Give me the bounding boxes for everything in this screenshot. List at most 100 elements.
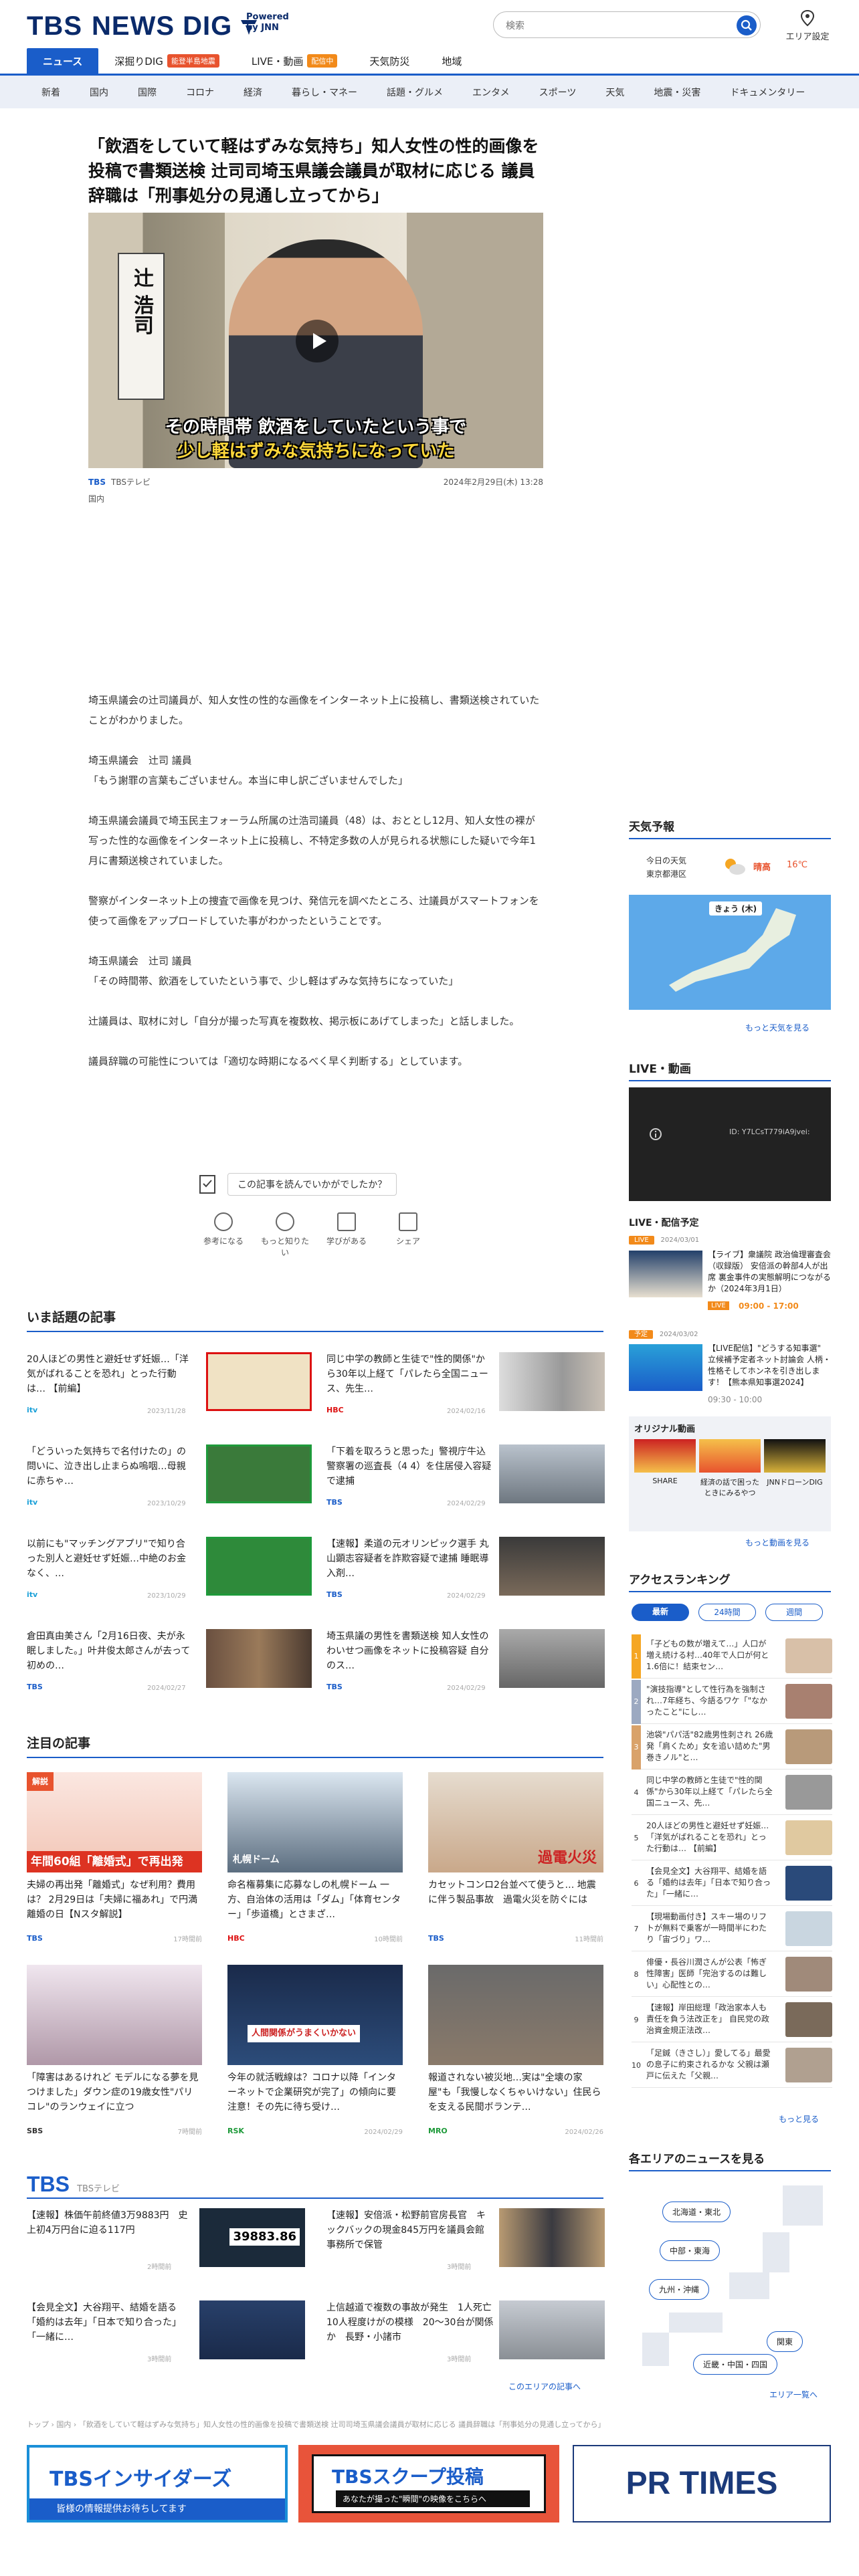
category-link[interactable]: エンタメ [472,86,510,99]
banner-tbs-scoop[interactable]: TBSスクープ投稿 あなたが撮った"瞬間"の映像をこちらへ [298,2445,559,2523]
ranking-more-link[interactable]: もっと見る [779,2113,819,2125]
tbs-item[interactable]: 上信越道で複数の事故が発生 1人死亡10人程度けがの模様 20〜30台が関係か … [326,2300,607,2367]
ranking-item[interactable]: 9 【速報】岸田総理「政治家本人も責任を負う法改正を」 自民党の政治資金規正法改… [632,1998,832,2042]
ranking-item[interactable]: 2 "演技指導"として性行為を強制され…7年経ち、今語るワケ「"なかったこと"にし… [632,1680,832,1724]
live-schedule-item[interactable]: LIVE 2024/03/01 【ライブ】衆議院 政治倫理審査会（収録版） 安倍… [629,1235,831,1320]
ranking-tab-24h[interactable]: 24時間 [698,1604,756,1621]
areas-more-link[interactable]: エリア一覧へ [769,2389,818,2400]
weather-more-link[interactable]: もっと天気を見る [745,1022,809,1033]
play-icon[interactable] [296,320,339,362]
live-schedule-item[interactable]: 予定 2024/03/02 【LIVE配信】"どうする知事選" 立候補予定者ネッ… [629,1328,831,1410]
featured-item[interactable]: 解説 年間60組「離婚式」で再出発 夫婦の再出発「離婚式」なぜ利用？費用は？ 2… [27,1772,202,1943]
tab-weather[interactable]: 天気防災 [353,48,425,74]
item-thumbnail: 過電火災 [428,1772,603,1872]
lightbulb-icon [214,1212,233,1231]
tbs-item[interactable]: 【速報】安倍派・松野前官房長官 キックバックの現金845万円を議員会館事務所で保… [326,2208,607,2275]
weather-today[interactable]: 今日の天気 東京都港区 晴高 16℃ [629,851,831,885]
featured-item[interactable]: 人間関係がうまくいかない 今年の就活戦線は？コロナ以降「インターネットで企業研究… [227,1965,403,2136]
category-link[interactable]: 暮らし・マネー [292,86,357,99]
rank-text: 【現場動画付き】スキー場のリフトが無料で乗客が一時間半にわたり「宙づり」ワ… [646,1912,767,1944]
category-link[interactable]: 話題・グルメ [387,86,443,99]
featured-item[interactable]: 「障害はあるけれど モデルになる夢を見つけました」ダウン症の19歳女性"パリコレ… [27,1965,202,2136]
article-paragraph: 埼玉県議会 辻司 議員 「その時間帯、飲酒をしていたという事で、少し軽はずみな気… [88,955,459,987]
banner-pr-times[interactable]: PR TIMES [573,2445,831,2523]
area-button-kinki-chugoku-shikoku[interactable]: 近畿・中国・四国 [693,2354,778,2375]
ranking-item[interactable]: 1 「子どもの数が増えて…」人口が増え続ける村…40年で人口が何と1.6倍に！結束… [632,1634,832,1679]
trending-item[interactable]: 「どういった気持ちで名付けたの」の問いに、泣き出し止まらぬ嗚咽…母親に赤ちゃ… … [27,1444,312,1511]
ranking-item[interactable]: 7 【現場動画付き】スキー場のリフトが無料で乗客が一時間半にわたり「宙づり」ワ… [632,1907,832,1951]
ranking-item[interactable]: 10 「足鍼（きさし）」愛してる」最愛の息子に約束されるかな 父親は瀬戸に伝えた「… [632,2044,832,2088]
category-link[interactable]: スポーツ [539,86,577,99]
sun-cloud-icon [725,859,745,875]
tab-live[interactable]: LIVE・動画 配信中 [235,48,354,74]
featured-item[interactable]: 報道されない被災地…実は"全壊の家屋"も「我慢しなくちゃいけない」住民らを支える… [428,1965,603,2136]
tab-news[interactable]: ニュース [27,48,99,74]
ranking-item[interactable]: 3 池袋"パパ活"82歳男性刺され 26歳発「肩くため」女を追い詰めた"男巻きノル… [632,1725,832,1769]
reaction-more-button[interactable]: もっと知りたい [260,1212,310,1258]
tab-label: 深掘りDIG [114,55,163,68]
ranking-item[interactable]: 5 20人ほどの男性と避妊せず妊娠…「洋気がばれることを恐れ」とった行動は… 【前… [632,1816,832,1860]
live-time: 09:30 - 10:00 [708,1395,763,1404]
ranking-tab-weekly[interactable]: 週間 [765,1604,823,1621]
search-box [493,11,761,38]
trending-item[interactable]: 倉田真由美さん「2月16日夜、夫が永眠しました。」叶井俊太郎さんが去って初めの…… [27,1629,312,1696]
item-date: 10時間前 [374,1936,403,1943]
featured-item[interactable]: 札幌ドーム 命名権募集に応募なしの札幌ドーム 一方、自治体の活用は「ダム」「体育… [227,1772,403,1943]
category-link[interactable]: 国内 [90,86,108,99]
area-button-hokkaido-tohoku[interactable]: 北海道・東北 [662,2202,731,2222]
source-name[interactable]: TBSテレビ [111,476,151,488]
rank-number: 6 [634,1879,639,1888]
trending-item[interactable]: 同じ中学の教師と生徒で"性的関係"から30年以上経て「パレたら全国ニュース、先生… [326,1352,607,1419]
article-category[interactable]: 国内 [88,493,543,504]
original-video-item[interactable]: 経済の話で困ったときにみるやつ [699,1439,761,1498]
category-link[interactable]: 地震・災害 [654,86,700,99]
item-source: itv [27,1406,38,1414]
tbs-more-link[interactable]: このエリアの記事へ [508,2381,581,2392]
original-video-item[interactable]: SHARE [634,1439,696,1485]
item-source: TBS [326,1683,343,1691]
tbs-item[interactable]: 【速報】株価午前終値3万9883円 史上初4万円台に迫る117円 2時間前 39… [27,2208,308,2275]
breadcrumb[interactable]: トップ › 国内 › 「飲酒をしていて軽はずみな気持ち」知人女性の性的画像を投稿… [27,2419,696,2430]
trending-item[interactable]: 「下着を取ろうと思った」警視庁牛込警察署の巡査長（4 4）を住居侵入容疑で逮捕 … [326,1444,607,1511]
tab-region[interactable]: 地域 [425,48,478,74]
tbs-item-text: 【速報】安倍派・松野前官房長官 キックバックの現金845万円を議員会館事務所で保… [326,2210,486,2250]
area-button-chubu-tokai[interactable]: 中部・東海 [660,2240,721,2261]
live-heading: LIVE・動画 [629,1059,831,1081]
reaction-useful-button[interactable]: 参考になる [198,1212,249,1258]
featured-item[interactable]: 過電火災 カセットコンロ2台並べて使うと… 地震に伴う製品事故 過電火災を防ぐに… [428,1772,603,1943]
item-source: HBC [326,1406,344,1414]
trending-item[interactable]: 埼玉県議の男性を書類送検 知人女性のわいせつ画像をネットに投稿容疑 自分のス… … [326,1629,607,1696]
ranking-item[interactable]: 8 俳優・長谷川潤さんが公表「怖ぎ性障害」医師「完治するのは難しい」心配性との… [632,1953,832,1997]
banner-tbs-insiders[interactable]: TBSインサイダーズ 皆様の情報提供お待ちしてます [27,2445,288,2523]
category-link[interactable]: 天気 [605,86,624,99]
category-link[interactable]: 経済 [244,86,262,99]
weather-map[interactable]: きょう (木) [629,895,831,1010]
category-link[interactable]: 新着 [41,86,60,99]
category-link[interactable]: コロナ [186,86,214,99]
live-player[interactable]: ID: Y7LCsT779iA9jvei: [629,1087,831,1201]
area-button-kyushu-okinawa[interactable]: 九州・沖縄 [649,2279,710,2300]
category-link[interactable]: 国際 [138,86,157,99]
tbs-item[interactable]: 【会見全文】大谷翔平、結婚を語る「婚約は去年」「日本で知り合った」「一緒に… 3… [27,2300,308,2367]
video-player[interactable]: 辻 浩司 その時間帯 飲酒をしていたという事で 少し軽はずみな気持ちになっていた [88,213,543,468]
area-button-kanto[interactable]: 関東 [767,2331,803,2352]
search-button[interactable] [737,15,757,35]
area-setting-button[interactable]: エリア設定 [784,9,831,42]
article-paragraph: 辻議員は、取材に対し「自分が撮った写真を複数枚、掲示板にあげてしまった」と話しま… [88,1015,520,1027]
trending-item[interactable]: 【速報】柔道の元オリンピック選手 丸山顕志容疑者を詐欺容疑で逮捕 睡眠導入剤… … [326,1537,607,1604]
trending-item[interactable]: 以前にも"マッチングアプリ"で知り合った別人と避妊せず妊娠…中絶のお金なく、… … [27,1537,312,1604]
category-link[interactable]: ドキュメンタリー [730,86,805,99]
site-logo[interactable]: TBS NEWS DIG [27,9,260,43]
original-video-item[interactable]: JNNドローンDIG [764,1439,826,1487]
search-input[interactable] [506,18,720,33]
trending-item[interactable]: 20人ほどの男性と避妊せず妊娠…「洋気がばれることを恐れ」とった行動は… 【前編… [27,1352,312,1419]
share-button[interactable]: シェア [383,1212,434,1258]
live-item-text: 【ライブ】衆議院 政治倫理審査会（収録版） 安倍派の幹部4人が出席 裏金事件の実… [708,1250,831,1293]
video-more-link[interactable]: もっと動画を見る [745,1537,809,1548]
ranking-item[interactable]: 6 【会見全文】大谷翔平、結婚を語る「婚約は去年」「日本で知り合った」「一緒に… [632,1862,832,1906]
ranking-item[interactable]: 4 同じ中学の教師と生徒で"性的関係"から30年以上経て「パレたら全国ニュース、先… [632,1771,832,1815]
ranking-tab-latest[interactable]: 最新 [632,1604,689,1621]
tab-dig[interactable]: 深掘りDIG 能登半島地震 [98,48,235,74]
video-subtitle-2: 少し軽はずみな気持ちになっていた [177,441,455,461]
reaction-learn-button[interactable]: 学びがある [321,1212,372,1258]
